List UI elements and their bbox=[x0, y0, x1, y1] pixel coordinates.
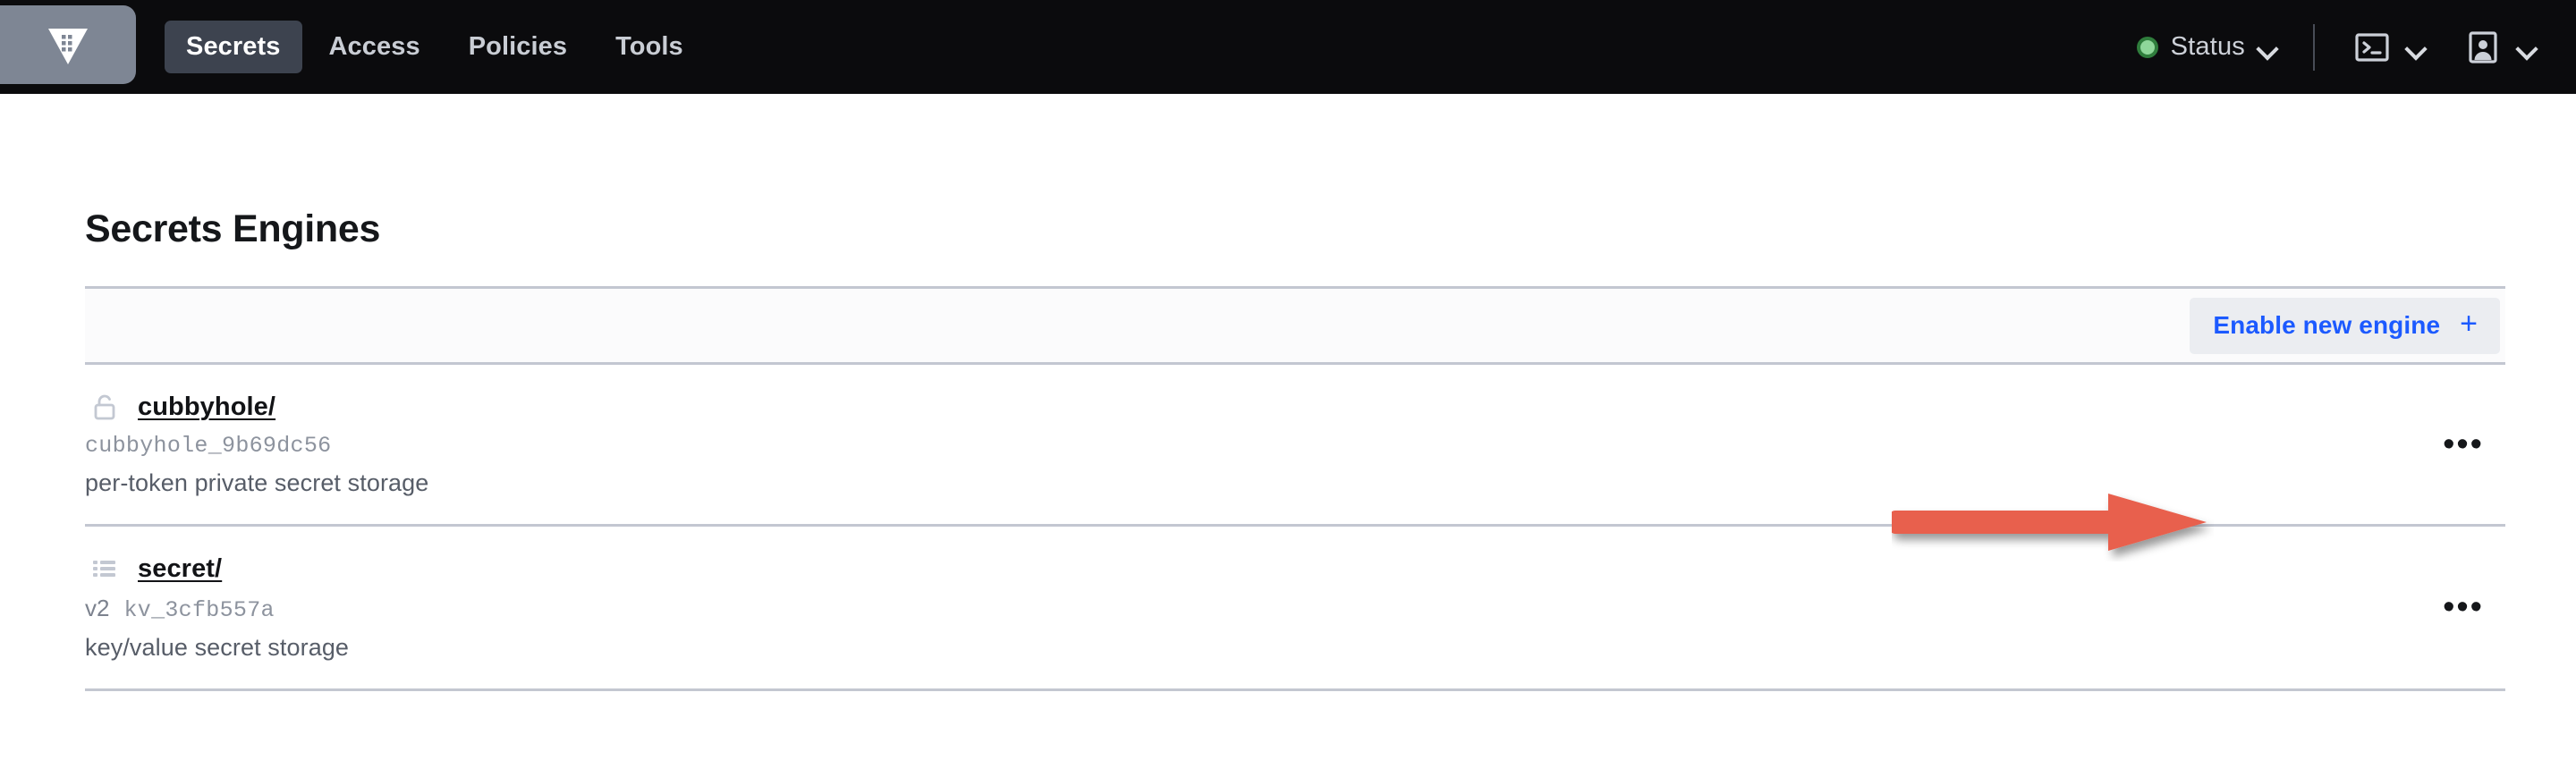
status-menu-button[interactable]: Status bbox=[2136, 32, 2277, 62]
list-icon bbox=[89, 553, 120, 584]
secrets-engines-list: cubbyhole/ cubbyhole_9b69dc56 per-token … bbox=[85, 365, 2505, 692]
table-row[interactable]: secret/ v2 kv_3cfb557a key/value secret … bbox=[85, 527, 2505, 692]
engine-link-secret[interactable]: secret/ bbox=[138, 554, 222, 584]
vault-logo-icon bbox=[43, 20, 93, 70]
navbar-right-group: Status bbox=[2136, 23, 2576, 71]
engines-toolbar: Enable new engine + bbox=[85, 286, 2505, 366]
nav-tab-tools[interactable]: Tools bbox=[594, 21, 705, 73]
nav-tab-tools-label: Tools bbox=[615, 32, 683, 61]
engine-overflow-menu-button[interactable]: ••• bbox=[2428, 426, 2498, 464]
engine-meta: cubbyhole_9b69dc56 bbox=[85, 433, 2428, 459]
engine-link-cubbyhole[interactable]: cubbyhole/ bbox=[138, 393, 275, 422]
engine-overflow-menu-button[interactable]: ••• bbox=[2428, 588, 2498, 627]
nav-tab-access[interactable]: Access bbox=[308, 21, 442, 73]
table-row[interactable]: cubbyhole/ cubbyhole_9b69dc56 per-token … bbox=[85, 365, 2505, 528]
unlock-icon bbox=[89, 392, 120, 422]
engine-version: v2 bbox=[85, 595, 110, 622]
nav-tab-secrets-label: Secrets bbox=[186, 32, 281, 61]
enable-new-engine-label: Enable new engine bbox=[2213, 310, 2441, 339]
console-menu-button[interactable] bbox=[2354, 30, 2426, 65]
engine-info: secret/ v2 kv_3cfb557a key/value secret … bbox=[85, 553, 2428, 662]
nav-tab-policies-label: Policies bbox=[468, 32, 568, 61]
nav-tab-policies[interactable]: Policies bbox=[447, 21, 589, 73]
engine-header: cubbyhole/ bbox=[85, 392, 2428, 422]
engine-accessor: kv_3cfb557a bbox=[123, 597, 275, 624]
engine-description: per-token private secret storage bbox=[85, 469, 429, 497]
engine-description: key/value secret storage bbox=[85, 634, 350, 662]
terminal-icon bbox=[2354, 30, 2390, 65]
user-menu-button[interactable] bbox=[2465, 30, 2537, 65]
chevron-down-icon bbox=[2406, 41, 2426, 53]
engine-info: cubbyhole/ cubbyhole_9b69dc56 per-token … bbox=[85, 392, 2428, 497]
status-indicator-icon bbox=[2136, 36, 2158, 58]
engine-accessor: cubbyhole_9b69dc56 bbox=[85, 433, 332, 460]
page-content: Secrets Engines Enable new engine + cubb… bbox=[0, 207, 2576, 692]
engine-header: secret/ bbox=[85, 553, 2428, 584]
chevron-down-icon bbox=[2517, 41, 2537, 53]
engine-meta: v2 kv_3cfb557a bbox=[85, 595, 2428, 623]
chevron-down-icon bbox=[2258, 41, 2277, 53]
user-badge-icon bbox=[2465, 30, 2501, 65]
plus-icon: + bbox=[2460, 307, 2478, 342]
top-navbar: Secrets Access Policies Tools Status bbox=[0, 0, 2576, 94]
enable-new-engine-button[interactable]: Enable new engine + bbox=[2190, 297, 2500, 354]
navbar-divider bbox=[2313, 23, 2315, 71]
page-title: Secrets Engines bbox=[85, 207, 381, 250]
nav-tab-access-label: Access bbox=[328, 32, 420, 61]
primary-nav: Secrets Access Policies Tools bbox=[165, 21, 705, 73]
status-label: Status bbox=[2170, 32, 2245, 61]
vault-logo-button[interactable] bbox=[0, 5, 136, 84]
nav-tab-secrets[interactable]: Secrets bbox=[165, 21, 302, 73]
